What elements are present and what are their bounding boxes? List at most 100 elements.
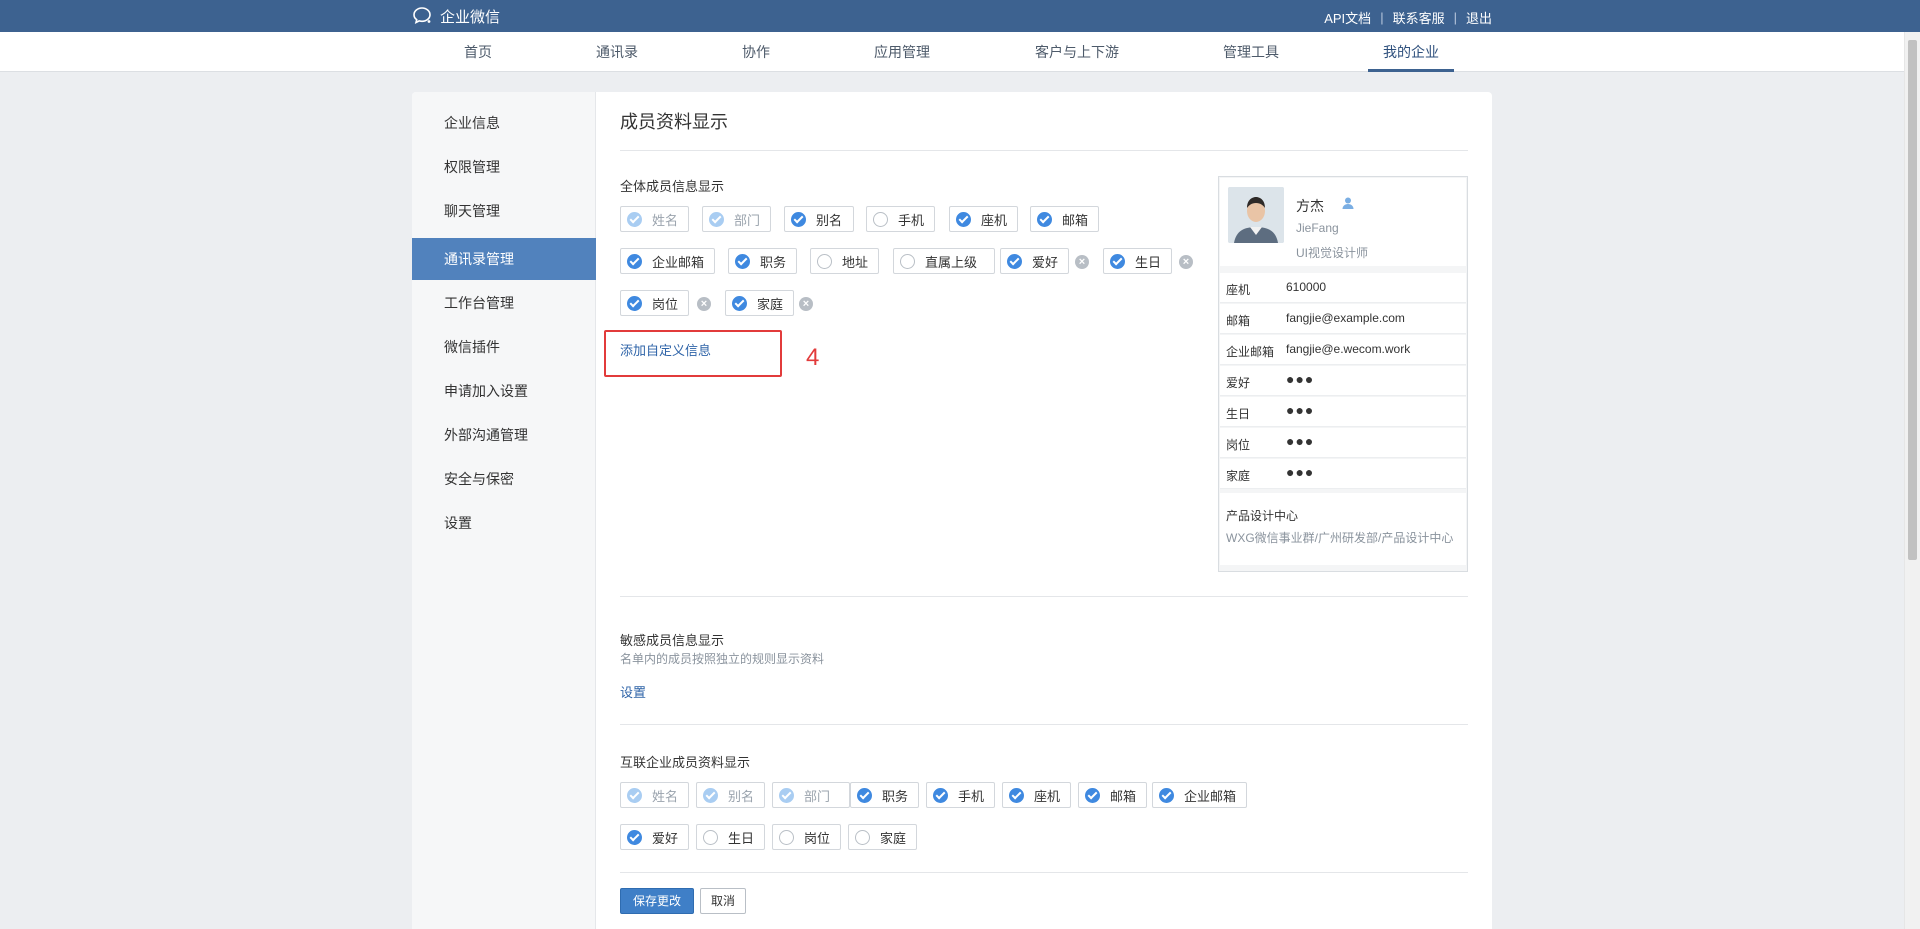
field-label: 邮箱 bbox=[1110, 788, 1137, 804]
check-circle-icon bbox=[1085, 787, 1100, 803]
all-members-field-chip[interactable]: 别名 bbox=[784, 206, 854, 232]
interconnect-field-chip[interactable]: 爱好 bbox=[620, 824, 690, 850]
interconnect-field-chip[interactable]: 生日 bbox=[696, 824, 766, 850]
sensitive-desc: 名单内的成员按照独立的规则显示资料 bbox=[620, 652, 825, 666]
field-label: 手机 bbox=[958, 788, 985, 804]
preview-info-row: 岗位 ●●● bbox=[1220, 428, 1466, 458]
sidebar-item-join-settings[interactable]: 申请加入设置 bbox=[412, 370, 596, 412]
all-members-field-chip[interactable]: 邮箱 bbox=[1030, 206, 1100, 232]
all-members-field-chip[interactable]: 直属上级 bbox=[893, 248, 995, 274]
preview-info-row: 生日 ●●● bbox=[1220, 397, 1466, 427]
preview-footer: 产品设计中心 WXG微信事业群/广州研发部/产品设计中心 bbox=[1220, 493, 1466, 565]
all-members-field-chip[interactable]: 职务 bbox=[728, 248, 798, 274]
interconnect-field-chip[interactable]: 企业邮箱 bbox=[1152, 782, 1248, 808]
sidebar-item-permissions[interactable]: 权限管理 bbox=[412, 146, 596, 188]
top-bar: 企业微信 API文档 | 联系客服 | 退出 bbox=[0, 0, 1920, 32]
page-scrollbar[interactable] bbox=[1904, 32, 1920, 929]
field-label: 岗位 bbox=[652, 296, 679, 312]
cancel-button[interactable]: 取消 bbox=[700, 888, 747, 914]
field-label: 直属上级 bbox=[925, 254, 978, 270]
sidebar-item-contacts-management[interactable]: 通讯录管理 bbox=[412, 238, 596, 280]
nav-customers-partners[interactable]: 客户与上下游 bbox=[1030, 32, 1124, 72]
unchecked-circle-icon bbox=[855, 829, 870, 845]
preview-row-value: ●●● bbox=[1286, 402, 1315, 418]
field-label: 别名 bbox=[728, 788, 755, 804]
preview-row-value: fangjie@example.com bbox=[1286, 311, 1405, 325]
api-docs-link[interactable]: API文档 bbox=[1324, 8, 1371, 27]
interconnect-field-chip[interactable]: 座机 bbox=[1002, 782, 1072, 808]
nav-my-enterprise[interactable]: 我的企业 bbox=[1368, 32, 1454, 72]
field-label: 手机 bbox=[898, 212, 925, 228]
main-nav: 首页 通讯录 协作 应用管理 客户与上下游 管理工具 我的企业 bbox=[0, 32, 1904, 72]
all-members-field-chip[interactable]: 家庭 bbox=[725, 290, 795, 316]
chat-bubble-icon bbox=[413, 7, 431, 24]
divider bbox=[620, 150, 1468, 151]
nav-collaboration[interactable]: 协作 bbox=[732, 32, 780, 72]
preview-info-row: 爱好 ●●● bbox=[1220, 366, 1466, 396]
remove-field-icon[interactable]: × bbox=[1179, 255, 1193, 269]
brand-logo[interactable]: 企业微信 bbox=[412, 6, 500, 26]
remove-field-icon[interactable]: × bbox=[697, 297, 711, 311]
check-circle-icon bbox=[735, 253, 750, 269]
preview-row-value: ●●● bbox=[1286, 464, 1315, 480]
nav-contacts[interactable]: 通讯录 bbox=[590, 32, 644, 72]
sidebar-item-enterprise-info[interactable]: 企业信息 bbox=[412, 102, 596, 144]
all-members-field-chip[interactable]: 企业邮箱 bbox=[620, 248, 716, 274]
check-circle-icon bbox=[857, 787, 872, 803]
annotation-highlight-box bbox=[604, 330, 782, 377]
nav-home[interactable]: 首页 bbox=[454, 32, 502, 72]
sidebar-item-chat-management[interactable]: 聊天管理 bbox=[412, 190, 596, 232]
all-members-field-chip[interactable]: 爱好 bbox=[1000, 248, 1070, 274]
field-label: 姓名 bbox=[652, 788, 679, 804]
sidebar-item-security[interactable]: 安全与保密 bbox=[412, 458, 596, 500]
field-label: 邮箱 bbox=[1062, 212, 1089, 228]
check-circle-icon bbox=[627, 295, 642, 311]
all-members-field-chip[interactable]: 生日 bbox=[1103, 248, 1173, 274]
save-button[interactable]: 保存更改 bbox=[620, 888, 695, 914]
sidebar-item-workbench[interactable]: 工作台管理 bbox=[412, 282, 596, 324]
preview-job-title: UI视觉设计师 bbox=[1296, 246, 1369, 260]
contact-support-link[interactable]: 联系客服 bbox=[1393, 8, 1445, 27]
sidebar-item-external-communication[interactable]: 外部沟通管理 bbox=[412, 414, 596, 456]
unchecked-circle-icon bbox=[900, 253, 915, 269]
sensitive-settings-link[interactable]: 设置 bbox=[620, 682, 646, 701]
all-members-field-chip[interactable]: 座机 bbox=[949, 206, 1019, 232]
all-members-field-chip[interactable]: 岗位 bbox=[620, 290, 690, 316]
all-members-field-chip[interactable]: 部门 bbox=[702, 206, 772, 232]
sidebar-item-settings[interactable]: 设置 bbox=[412, 502, 596, 544]
remove-field-icon[interactable]: × bbox=[1075, 255, 1089, 269]
field-label: 别名 bbox=[816, 212, 843, 228]
scrollbar-thumb[interactable] bbox=[1908, 40, 1917, 560]
field-label: 座机 bbox=[1034, 788, 1061, 804]
field-label: 座机 bbox=[981, 212, 1008, 228]
all-members-field-chip[interactable]: 地址 bbox=[810, 248, 880, 274]
preview-header: 方杰 JieFang UI视觉设计师 bbox=[1220, 178, 1466, 266]
field-label: 家庭 bbox=[880, 830, 907, 846]
interconnect-field-chip[interactable]: 姓名 bbox=[620, 782, 690, 808]
check-circle-icon bbox=[627, 211, 642, 227]
interconnect-field-chip[interactable]: 手机 bbox=[926, 782, 996, 808]
interconnect-field-chip[interactable]: 职务 bbox=[850, 782, 920, 808]
check-circle-icon bbox=[732, 295, 747, 311]
interconnect-field-chip[interactable]: 邮箱 bbox=[1078, 782, 1148, 808]
remove-field-icon[interactable]: × bbox=[799, 297, 813, 311]
preview-row-key: 家庭 bbox=[1226, 469, 1251, 483]
separator: | bbox=[1453, 10, 1457, 25]
sidebar: 企业信息 权限管理 聊天管理 通讯录管理 工作台管理 微信插件 申请加入设置 外… bbox=[412, 92, 596, 929]
check-circle-icon bbox=[1009, 787, 1024, 803]
preview-info-row: 企业邮箱 fangjie@e.wecom.work bbox=[1220, 335, 1466, 365]
logout-link[interactable]: 退出 bbox=[1466, 8, 1492, 27]
field-label: 爱好 bbox=[652, 830, 679, 846]
interconnect-field-chip[interactable]: 别名 bbox=[696, 782, 766, 808]
nav-app-management[interactable]: 应用管理 bbox=[868, 32, 936, 72]
nav-management-tools[interactable]: 管理工具 bbox=[1218, 32, 1284, 72]
sensitive-title: 敏感成员信息显示 bbox=[620, 633, 725, 648]
field-label: 企业邮箱 bbox=[1184, 788, 1237, 804]
interconnect-field-chip[interactable]: 家庭 bbox=[848, 824, 918, 850]
sidebar-item-wechat-plugin[interactable]: 微信插件 bbox=[412, 326, 596, 368]
interconnect-field-chip[interactable]: 部门 bbox=[772, 782, 850, 808]
all-members-field-chip[interactable]: 手机 bbox=[866, 206, 936, 232]
interconnect-field-chip[interactable]: 岗位 bbox=[772, 824, 842, 850]
unchecked-circle-icon bbox=[873, 211, 888, 227]
all-members-field-chip[interactable]: 姓名 bbox=[620, 206, 690, 232]
